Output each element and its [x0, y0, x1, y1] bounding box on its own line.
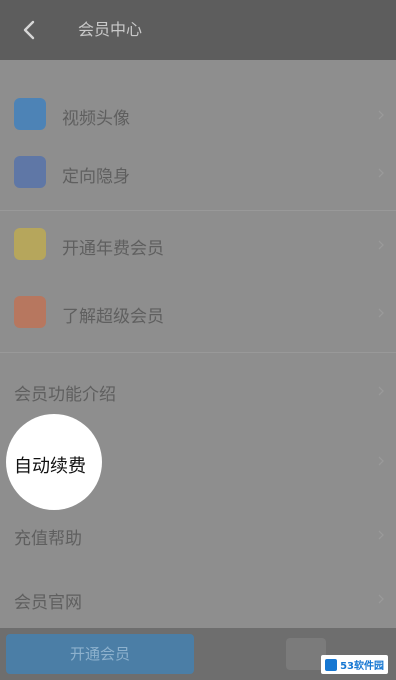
chevron-right-icon: [378, 456, 384, 466]
list-item-recharge-help[interactable]: 充值帮助: [0, 510, 396, 560]
annual-membership-icon: [14, 228, 46, 260]
secondary-button[interactable]: [286, 638, 326, 670]
list-item-member-features[interactable]: 会员功能介绍: [0, 366, 396, 416]
watermark: 53软件园: [321, 655, 388, 674]
settings-list: 视频头像 定向隐身 开通年费会员 了解超级会员 会员功能介绍 充值帮助 会员官网: [0, 60, 396, 628]
list-item-label: 了解超级会员: [62, 307, 164, 327]
watermark-text: 53软件园: [340, 661, 384, 672]
auto-renew-label[interactable]: 自动续费: [14, 452, 86, 478]
chevron-right-icon: [378, 308, 384, 318]
super-member-icon: [14, 296, 46, 328]
list-item-label: 充值帮助: [14, 529, 82, 549]
list-item-label: 开通年费会员: [62, 239, 164, 259]
stealth-icon: [14, 156, 46, 188]
list-item-label: 视频头像: [62, 109, 130, 129]
divider: [0, 210, 396, 211]
list-item-label: 会员官网: [14, 593, 82, 613]
divider: [0, 352, 396, 353]
chevron-right-icon: [378, 386, 384, 396]
chevron-right-icon: [378, 594, 384, 604]
list-item-annual-membership[interactable]: 开通年费会员: [0, 220, 396, 270]
bottom-bar: 开通会员 53软件园: [0, 628, 396, 680]
list-item-super-member[interactable]: 了解超级会员: [0, 288, 396, 338]
list-item-label: 会员功能介绍: [14, 385, 116, 405]
chevron-right-icon: [378, 110, 384, 120]
list-item-stealth[interactable]: 定向隐身: [0, 148, 396, 198]
header-bar: 会员中心: [0, 0, 396, 60]
chevron-left-icon[interactable]: [18, 18, 42, 42]
page-title: 会员中心: [78, 20, 143, 39]
list-item-member-website[interactable]: 会员官网: [0, 574, 396, 624]
open-membership-button[interactable]: 开通会员: [6, 634, 194, 674]
list-item-video-avatar[interactable]: 视频头像: [0, 90, 396, 140]
chevron-right-icon: [378, 240, 384, 250]
watermark-icon: [325, 658, 338, 671]
video-avatar-icon: [14, 98, 46, 130]
chevron-right-icon: [378, 530, 384, 540]
chevron-right-icon: [378, 168, 384, 178]
list-item-label: 定向隐身: [62, 167, 130, 187]
